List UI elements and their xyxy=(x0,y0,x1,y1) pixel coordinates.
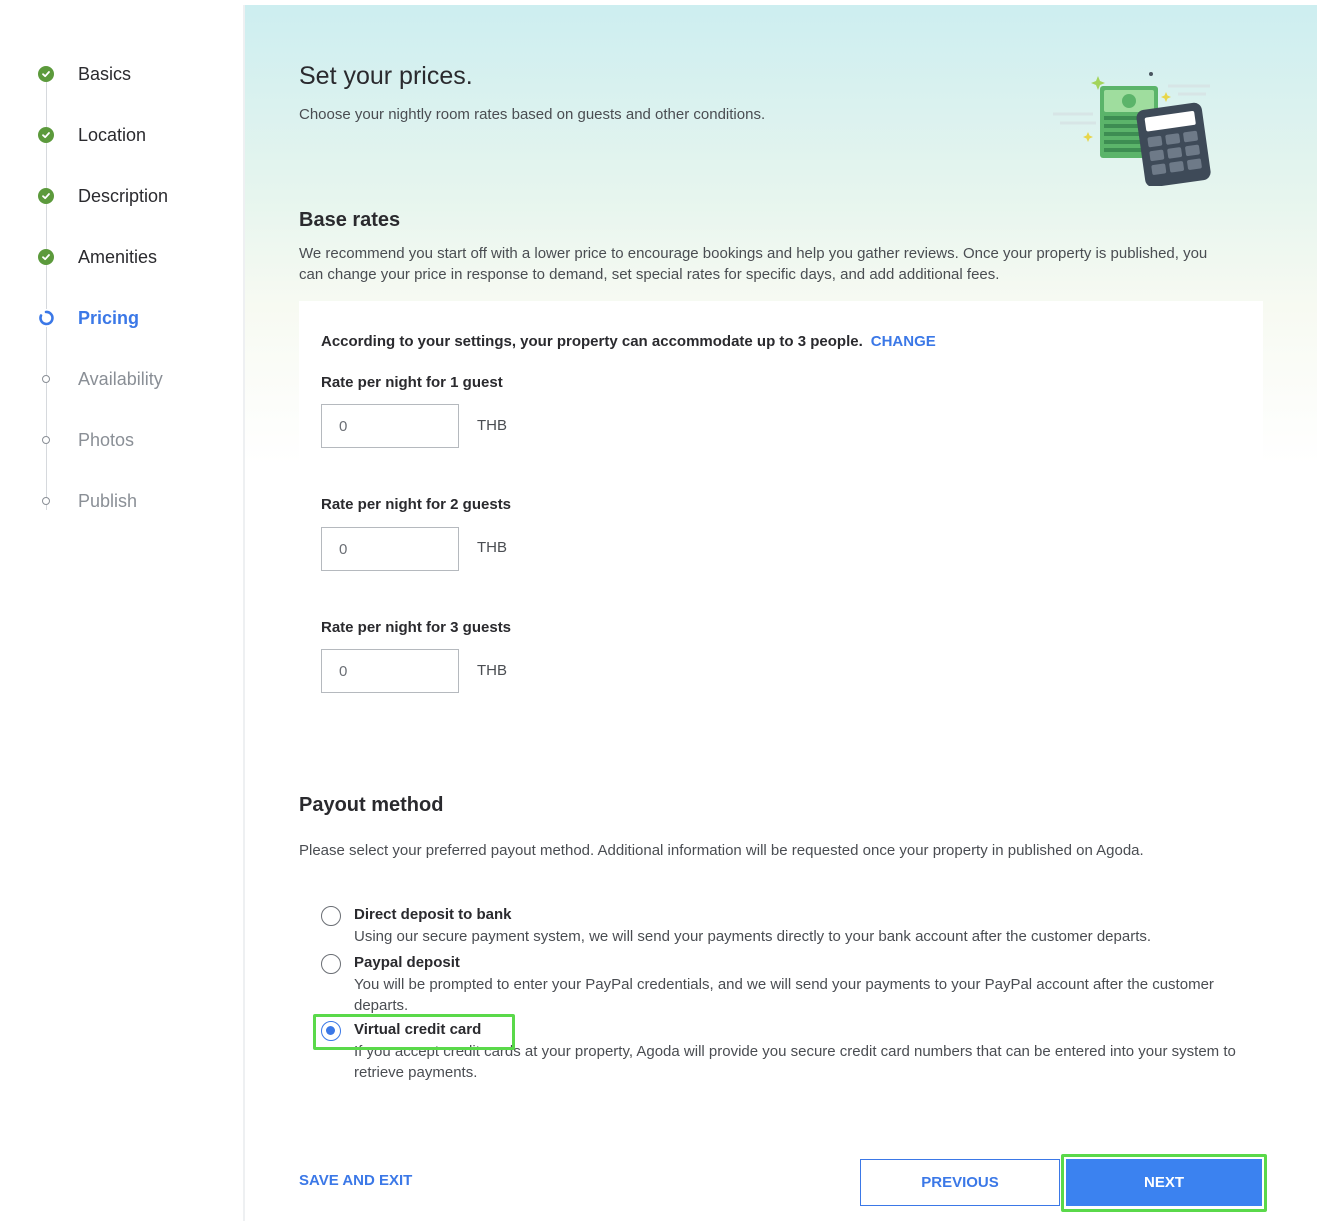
previous-button[interactable]: PREVIOUS xyxy=(860,1159,1060,1206)
sidebar-step-location[interactable]: Location xyxy=(0,120,244,150)
rate-input-1-guest[interactable] xyxy=(321,404,459,448)
rate-input-3-guests[interactable] xyxy=(321,649,459,693)
check-icon xyxy=(37,187,55,205)
check-icon xyxy=(37,65,55,83)
rate-label-2-guests: Rate per night for 2 guests xyxy=(321,496,512,513)
radio-button[interactable] xyxy=(321,906,341,926)
payout-option-description: You will be prompted to enter your PayPa… xyxy=(354,976,1214,1014)
payout-option-paypal[interactable]: Paypal deposit You will be prompted to e… xyxy=(321,954,1251,1018)
sidebar-step-publish[interactable]: Publish xyxy=(0,486,244,516)
page-subtitle: Choose your nightly room rates based on … xyxy=(299,106,766,123)
base-rates-heading: Base rates xyxy=(299,209,401,231)
in-progress-icon xyxy=(37,309,55,327)
sidebar-step-basics[interactable]: Basics xyxy=(0,59,244,89)
payout-method-heading: Payout method xyxy=(299,794,444,816)
sidebar-step-label: Location xyxy=(78,125,147,145)
calculator-money-icon xyxy=(1048,66,1213,188)
sidebar-step-label: Description xyxy=(78,186,169,206)
change-capacity-link[interactable]: CHANGE xyxy=(871,333,936,350)
capacity-message: According to your settings, your propert… xyxy=(321,333,863,350)
payout-option-title: Direct deposit to bank xyxy=(354,906,512,923)
base-rates-description: We recommend you start off with a lower … xyxy=(299,245,1208,283)
check-icon xyxy=(37,126,55,144)
sidebar-step-label: Basics xyxy=(78,64,132,84)
sidebar-step-availability[interactable]: Availability xyxy=(0,364,244,394)
sidebar-step-pricing[interactable]: Pricing xyxy=(0,303,244,333)
sidebar-step-label: Pricing xyxy=(78,308,140,328)
sidebar-step-label: Photos xyxy=(78,430,135,450)
payout-option-description: Using our secure payment system, we will… xyxy=(354,928,1152,945)
currency-label: THB xyxy=(477,662,507,679)
payout-option-bank[interactable]: Direct deposit to bank Using our secure … xyxy=(321,906,1251,950)
currency-label: THB xyxy=(477,539,507,556)
rate-label-3-guests: Rate per night for 3 guests xyxy=(321,619,512,636)
selection-highlight xyxy=(313,1014,515,1050)
sidebar-step-label: Amenities xyxy=(78,247,158,267)
sidebar-step-label: Availability xyxy=(78,369,163,389)
radio-button[interactable] xyxy=(321,954,341,974)
sidebar-step-description[interactable]: Description xyxy=(0,181,244,211)
sidebar-step-photos[interactable]: Photos xyxy=(0,425,244,455)
capacity-text: According to your settings, your propert… xyxy=(321,333,936,350)
sidebar-step-amenities[interactable]: Amenities xyxy=(0,242,244,272)
sidebar-step-label: Publish xyxy=(78,491,138,511)
currency-label: THB xyxy=(477,417,507,434)
pending-dot-icon xyxy=(37,492,55,510)
rate-label-1-guest: Rate per night for 1 guest xyxy=(321,374,503,391)
base-rates-card: According to your settings, your propert… xyxy=(299,301,1263,750)
payout-method-description: Please select your preferred payout meth… xyxy=(299,842,1144,859)
check-icon xyxy=(37,248,55,266)
pending-dot-icon xyxy=(37,431,55,449)
rate-input-2-guests[interactable] xyxy=(321,527,459,571)
next-button-highlight xyxy=(1061,1154,1267,1212)
payout-options-card: Direct deposit to bank Using our secure … xyxy=(299,872,1263,1115)
save-and-exit-link[interactable]: SAVE AND EXIT xyxy=(299,1172,412,1189)
payout-option-title: Paypal deposit xyxy=(354,954,460,971)
pending-dot-icon xyxy=(37,370,55,388)
page-title: Set your prices. xyxy=(299,62,473,90)
sidebar: Basics Location Description Amenities Pr… xyxy=(0,0,244,1221)
